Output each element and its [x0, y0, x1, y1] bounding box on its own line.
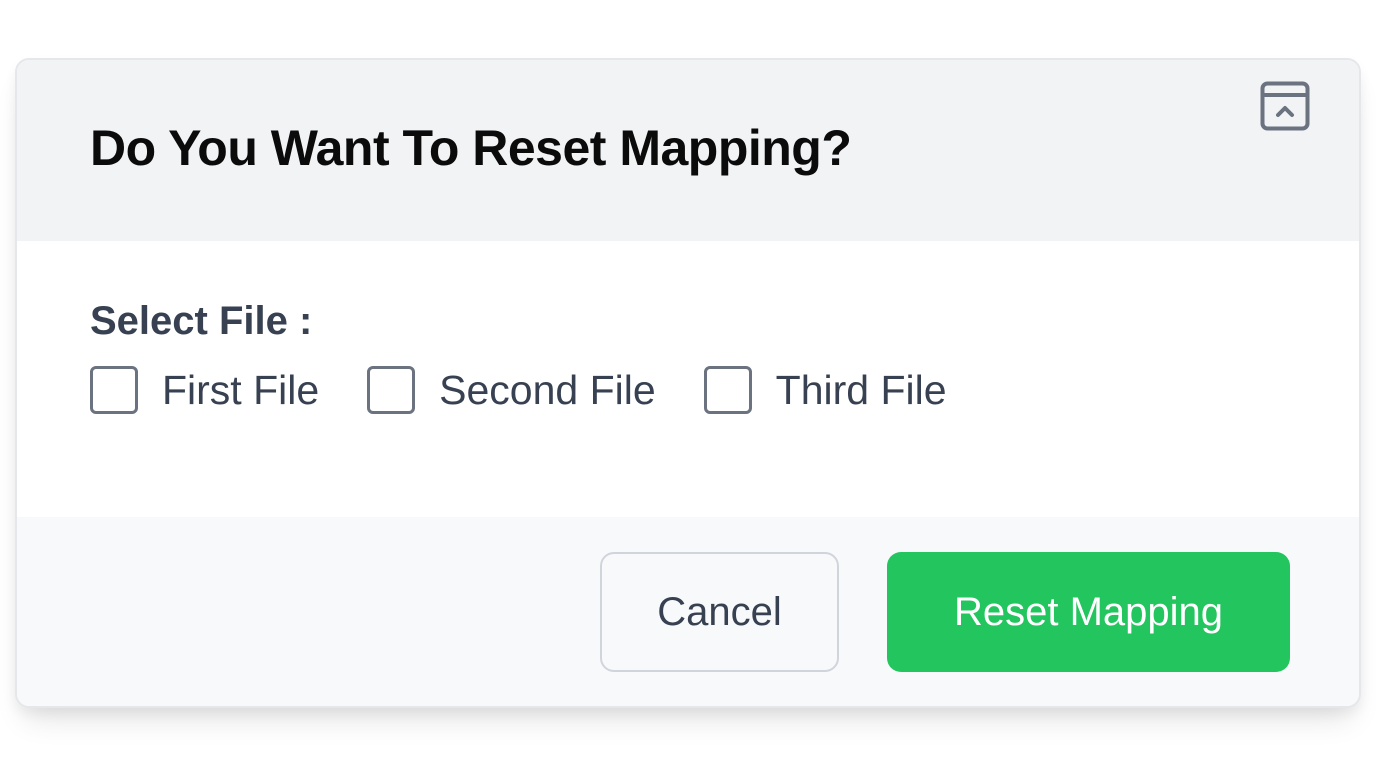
first-file-label: First File [162, 367, 320, 413]
dialog-body: Select File : First File Second File Thi… [17, 241, 1359, 517]
cancel-button[interactable]: Cancel [600, 552, 839, 672]
first-file-checkbox[interactable] [90, 366, 138, 414]
panel-collapse-up-icon [1260, 81, 1310, 131]
third-file-label: Third File [775, 367, 947, 413]
option-second-file[interactable]: Second File [367, 366, 656, 414]
reset-mapping-dialog: Do You Want To Reset Mapping? Select Fil… [15, 58, 1361, 708]
dialog-header: Do You Want To Reset Mapping? [17, 60, 1359, 241]
dialog-footer: Cancel Reset Mapping [17, 517, 1359, 706]
option-third-file[interactable]: Third File [703, 366, 947, 414]
file-options: First File Second File Third File [90, 365, 995, 415]
dialog-title: Do You Want To Reset Mapping? [90, 120, 852, 176]
third-file-checkbox[interactable] [703, 366, 752, 414]
second-file-checkbox[interactable] [367, 366, 416, 414]
collapse-button[interactable] [1260, 81, 1310, 131]
reset-mapping-button[interactable]: Reset Mapping [887, 552, 1290, 672]
option-first-file[interactable]: First File [90, 366, 319, 414]
select-file-label: Select File : [90, 299, 313, 343]
second-file-label: Second File [439, 367, 656, 413]
